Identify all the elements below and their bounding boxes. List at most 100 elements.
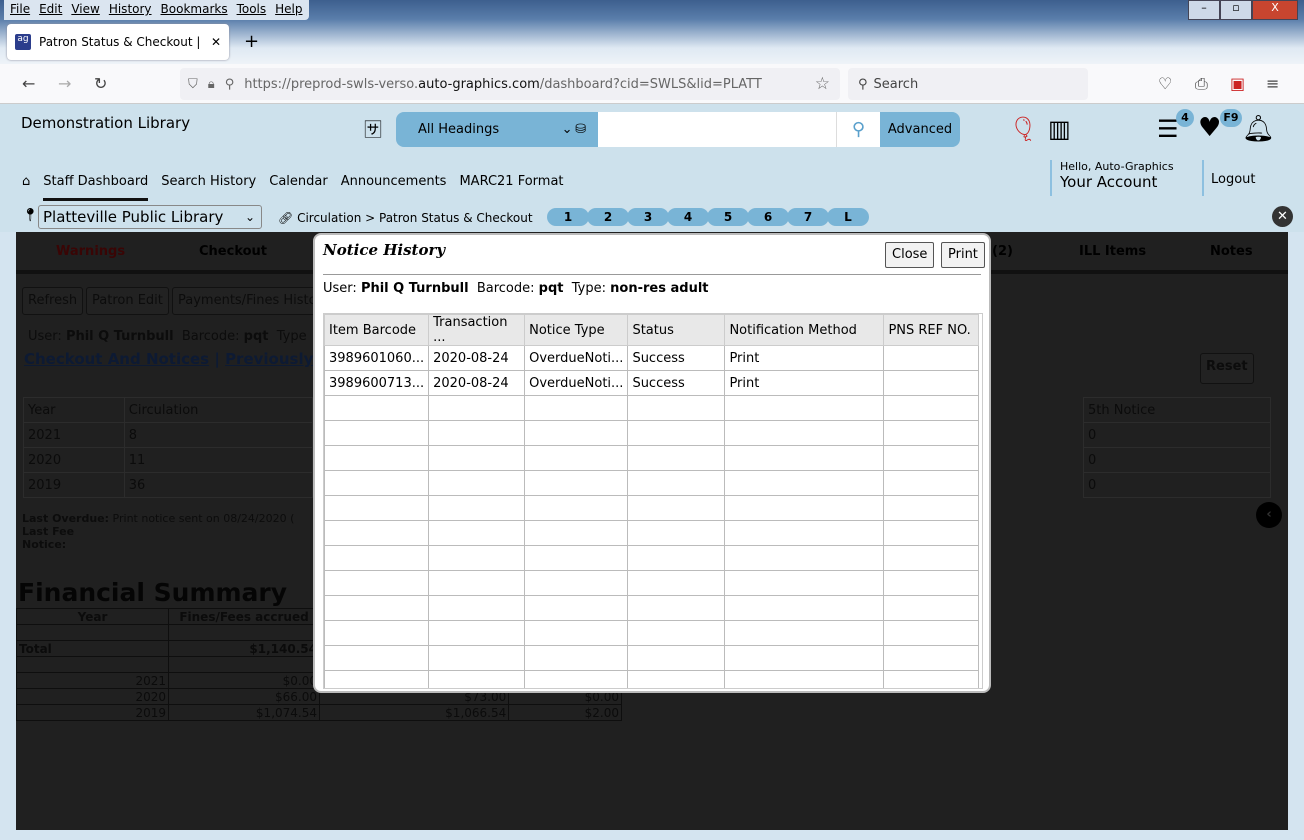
menu-tools[interactable]: Tools [237,2,267,18]
column-header[interactable]: PNS REF NO. [883,314,980,346]
notice-grid[interactable]: Item Barcode Transaction ... Notice Type St… [323,313,983,689]
logout-link[interactable]: Logout [1202,160,1256,196]
table-row[interactable]: 3989600713... 2020-08-24 OverdueNoti... Suc… [324,370,980,396]
menu-announcements[interactable]: Announcements [341,174,447,201]
pill-l[interactable]: L [827,208,869,226]
menu-marc21[interactable]: MARC21 Format [459,174,563,201]
table-cell [883,545,980,571]
table-row[interactable] [324,520,980,546]
forward-icon[interactable]: → [58,74,71,93]
favicon-icon: ag [15,34,31,50]
url-bar[interactable]: ⛉ 🔒︎ ⚲ https://preprod-swls-verso.auto-gra… [180,68,840,100]
pill-1[interactable]: 1 [547,208,589,226]
extension-icon[interactable]: ▣ [1230,74,1245,93]
column-header[interactable]: Item Barcode [324,314,430,346]
search-button[interactable]: ⚲ [836,112,880,147]
reload-icon[interactable]: ↻ [94,74,107,93]
browser-search[interactable]: ⚲ Search [848,68,1088,100]
new-tab-button[interactable]: + [244,31,259,52]
catalog-search-input[interactable] [598,112,836,147]
tab-ill-items[interactable]: ILL Items [1079,244,1146,259]
tab-holds[interactable]: (2) [992,244,1013,259]
table-row[interactable] [324,670,980,688]
menu-calendar[interactable]: Calendar [269,174,327,201]
pill-7[interactable]: 7 [787,208,829,226]
table-row[interactable] [324,445,980,471]
chevron-left-icon[interactable]: ‹ [1256,502,1282,528]
pill-3[interactable]: 3 [627,208,669,226]
refresh-button[interactable]: Refresh [22,287,84,315]
browse-search-icon[interactable]: ▥ [1048,115,1071,143]
table-row[interactable]: 3989601060... 2020-08-24 OverdueNoti... Suc… [324,345,980,371]
your-account[interactable]: Your Account [1060,173,1174,191]
menu-help[interactable]: Help [275,2,302,18]
patron-edit-button[interactable]: Patron Edit [86,287,169,315]
table-row[interactable] [324,470,980,496]
menu-file[interactable]: File [10,2,30,18]
minimize-button[interactable]: – [1188,0,1220,20]
column-header[interactable]: Notification Method [724,314,885,346]
column-header[interactable]: Notice Type [524,314,629,346]
column-header[interactable]: Transaction ... [428,314,526,346]
table-row[interactable] [324,570,980,596]
menu-view[interactable]: View [71,2,99,18]
pill-6[interactable]: 6 [747,208,789,226]
pill-2[interactable]: 2 [587,208,629,226]
bell-icon[interactable]: 🔔︎ [1242,114,1275,144]
table-row[interactable] [324,395,980,421]
home-icon[interactable]: ⌂ [22,174,30,201]
hamburger-menu-icon[interactable]: ≡ [1266,74,1279,93]
heading-select[interactable]: All Headings ⌄ ⛁ [396,112,598,147]
menu-edit[interactable]: Edit [39,2,62,18]
table-row[interactable] [324,620,980,646]
circulation-table: Year Circulation 2021 8 2020 11 2019 36 [23,397,314,498]
print-button[interactable]: Print [941,242,985,268]
reset-button[interactable]: Reset [1200,353,1254,384]
table-cell [627,545,726,571]
tab-warnings[interactable]: Warnings [56,244,125,259]
translate-icon[interactable]: 🈂︎ [364,116,382,142]
table-cell [627,595,726,621]
table-row[interactable] [324,545,980,571]
pill-5[interactable]: 5 [707,208,749,226]
close-panel-icon[interactable]: ✕ [1272,206,1293,227]
bookmark-star-icon[interactable]: ☆ [815,74,830,94]
menu-bookmarks[interactable]: Bookmarks [161,2,228,18]
maximize-button[interactable]: ▫ [1220,0,1252,20]
tab-checkout[interactable]: Checkout [199,244,267,259]
table-cell [627,470,726,496]
shield-icon: ⛉ [188,76,198,92]
menu-history[interactable]: History [109,2,152,18]
table-row[interactable] [324,595,980,621]
column-header[interactable]: Status [627,314,726,346]
heart-icon[interactable]: ♥ [1198,113,1221,143]
location-select[interactable]: Platteville Public Library ⌄ [38,205,262,229]
table-cell [524,645,629,671]
pill-4[interactable]: 4 [667,208,709,226]
menu-staff-dashboard[interactable]: Staff Dashboard [43,174,149,201]
table-row[interactable] [324,645,980,671]
tab-notes[interactable]: Notes [1210,244,1253,259]
pocket-icon[interactable]: ♡ [1158,74,1172,93]
main-menu: ⌂ Staff Dashboard Search History Calenda… [22,174,564,201]
table-cell [627,645,726,671]
print-icon[interactable]: ⎙ [1195,74,1208,94]
menu-search-history[interactable]: Search History [161,174,256,201]
table-row[interactable] [324,420,980,446]
table-cell [883,620,980,646]
table-cell [428,670,526,688]
browser-tab[interactable]: ag Patron Status & Checkout | SWL ✕ [7,24,229,60]
table-cell [627,620,726,646]
close-window-button[interactable]: X [1252,0,1298,20]
account-menu[interactable]: Hello, Auto-Graphics Your Account [1050,160,1174,196]
table-cell [324,645,430,671]
payments-fines-button[interactable]: Payments/Fines Histo [172,287,322,315]
close-tab-icon[interactable]: ✕ [211,35,221,49]
close-button[interactable]: Close [885,242,935,268]
advanced-search-button[interactable]: Advanced [880,112,960,147]
table-cell [428,420,526,446]
back-icon[interactable]: ← [22,74,35,93]
checkout-notices-link[interactable]: Checkout And Notices [24,350,209,368]
table-row[interactable] [324,495,980,521]
hot-air-balloon-icon[interactable]: 🎈︎ [1008,115,1038,143]
